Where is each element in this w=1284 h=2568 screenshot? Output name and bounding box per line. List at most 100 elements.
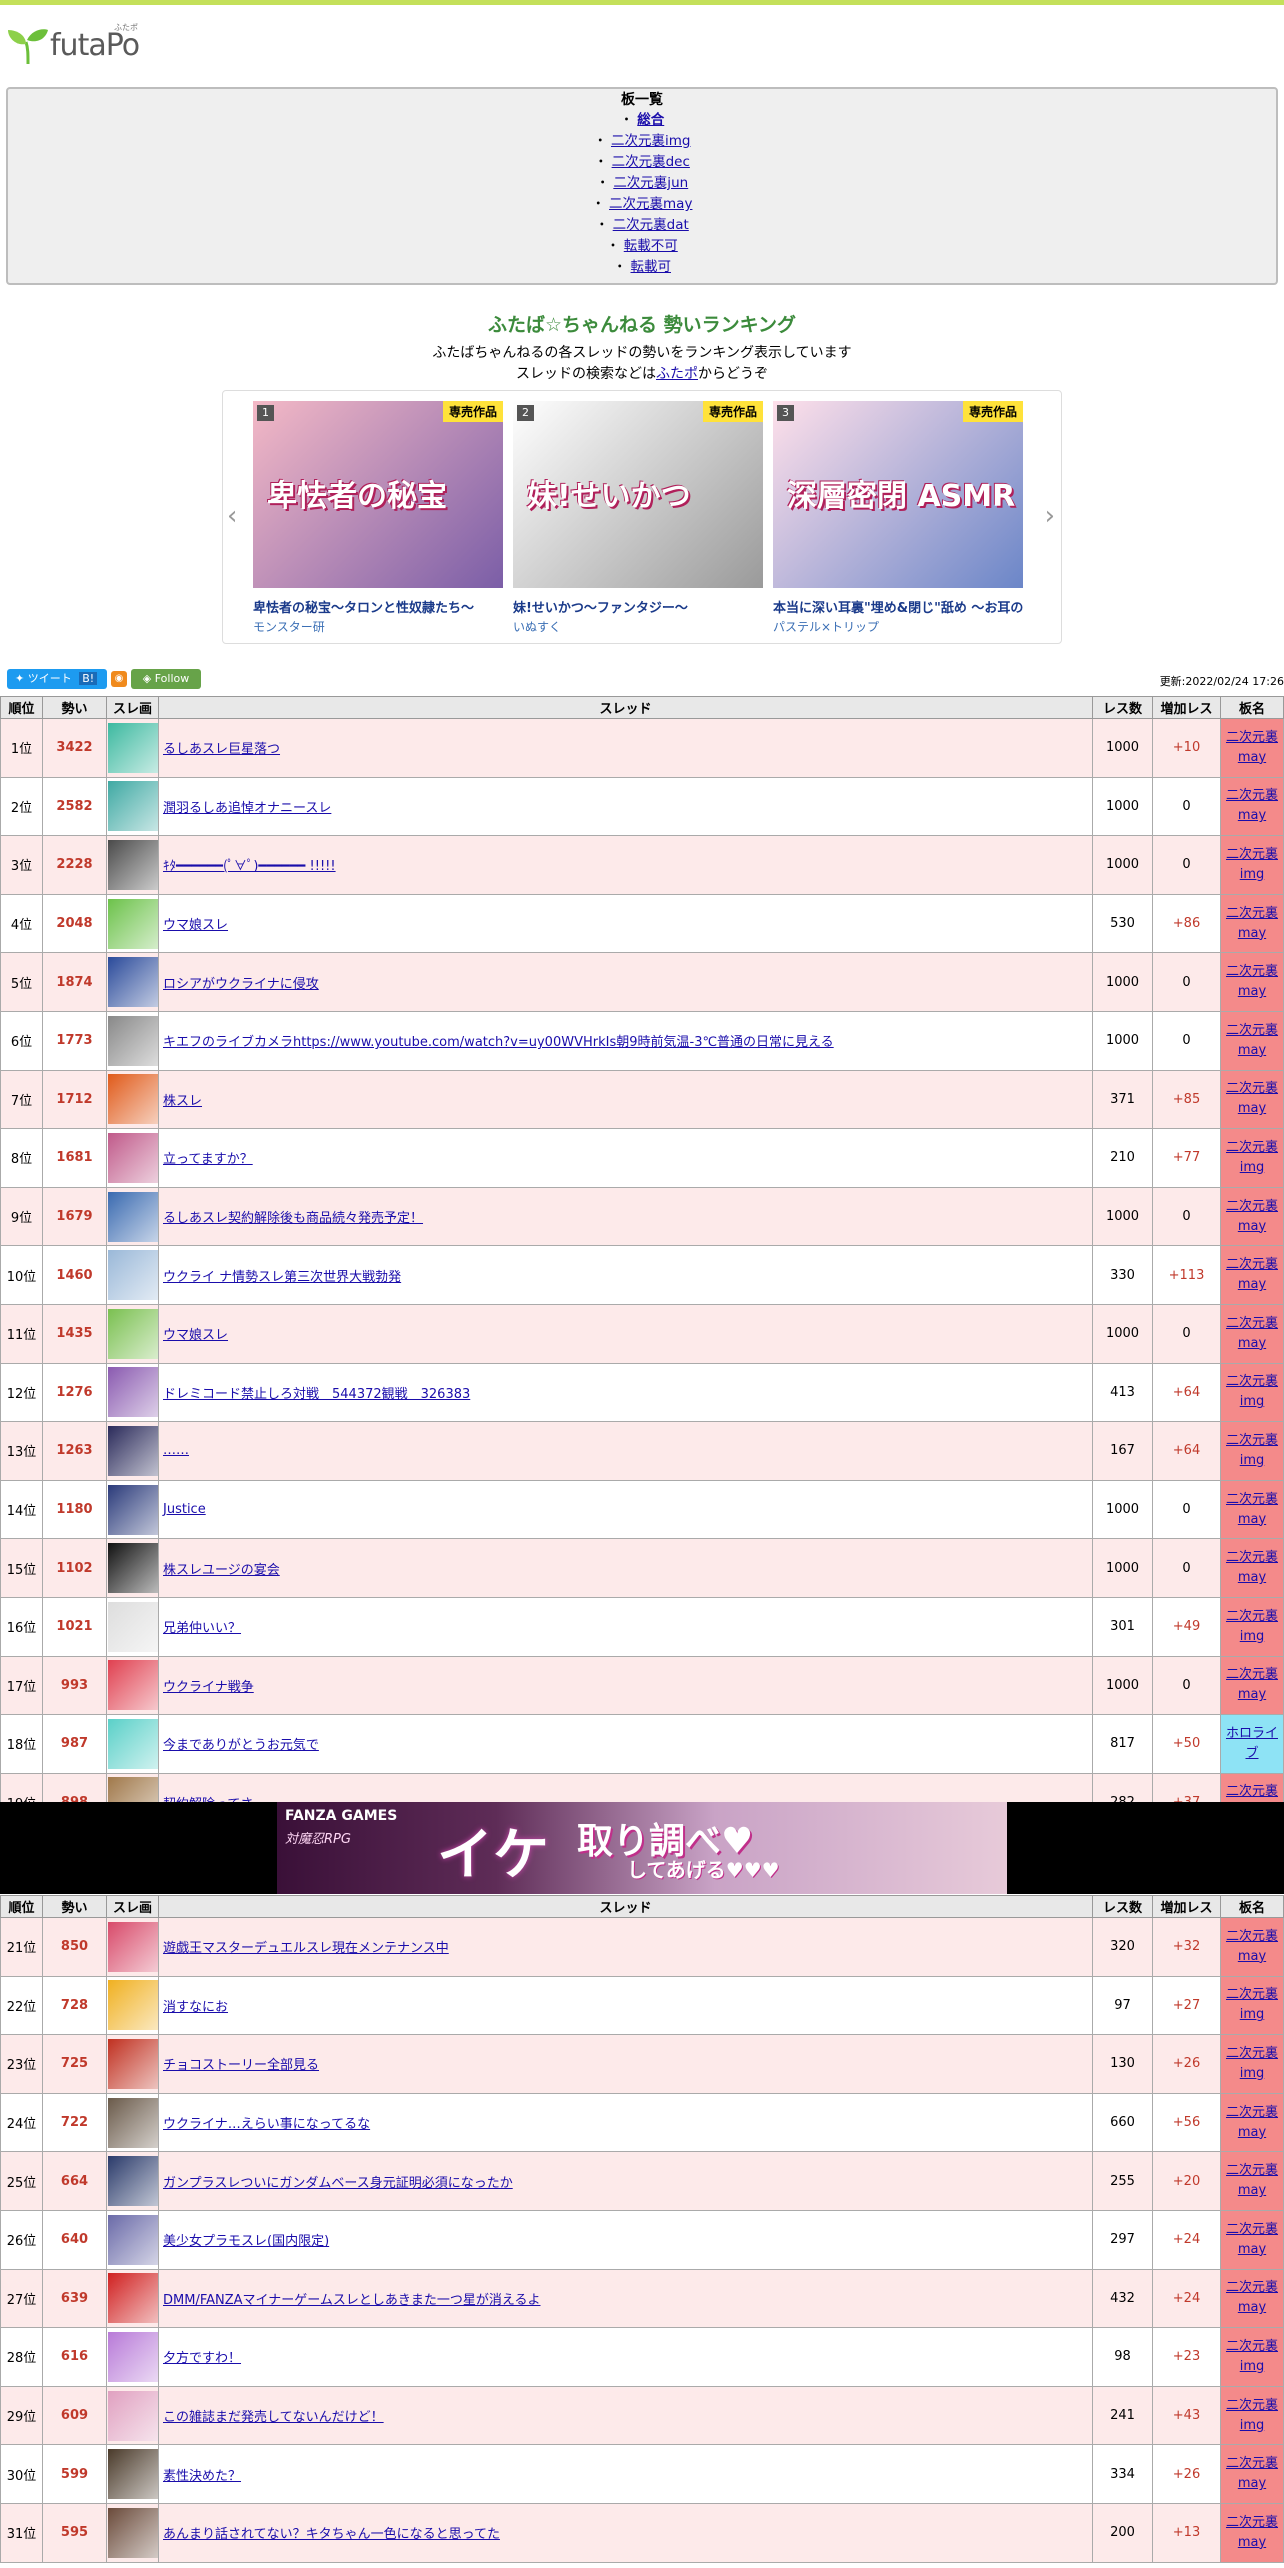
thread-link[interactable]: 兄弟仲いい？ xyxy=(163,1621,241,1636)
thread-thumbnail[interactable] xyxy=(107,2449,158,2500)
product-image[interactable]: 3 専売作品 深層密閉 ASMR xyxy=(773,401,1023,588)
thread-link[interactable]: 素性決めた？ xyxy=(163,2469,241,2484)
product-image[interactable]: 2 専売作品 妹!せいかつ xyxy=(513,401,763,588)
board-link[interactable]: 総合 xyxy=(637,112,664,128)
thread-link[interactable]: ｷﾀ━━━━━━(ﾟ∀ﾟ)━━━━━━ !!!!! xyxy=(163,859,336,874)
board-name-link[interactable]: 二次元裏may xyxy=(1226,1667,1278,1702)
thread-link[interactable]: …… xyxy=(163,1443,189,1458)
board-name-link[interactable]: 二次元裏may xyxy=(1226,1023,1278,1058)
board-name-link[interactable]: 二次元裏may xyxy=(1226,730,1278,765)
thread-thumbnail[interactable] xyxy=(107,2097,158,2148)
carousel-next-icon[interactable]: › xyxy=(1045,501,1055,531)
thread-thumbnail[interactable] xyxy=(107,1484,158,1535)
board-link[interactable]: 二次元裏jun xyxy=(613,175,688,191)
thread-link[interactable]: チョコストーリー全部見る xyxy=(163,2058,319,2073)
hatena-bookmark-button[interactable]: B! xyxy=(79,672,98,685)
thread-link[interactable]: るしあスレ契約解除後も商品続々発売予定！ xyxy=(163,1211,423,1226)
board-name-link[interactable]: 二次元裏may xyxy=(1226,1316,1278,1351)
thread-thumbnail[interactable] xyxy=(107,1367,158,1418)
product-card[interactable]: 3 専売作品 深層密閉 ASMR 本当に深い耳裏"埋め&閉じ"舐め ～お耳の パステル×… xyxy=(773,401,1023,641)
futapo-link[interactable]: ふたポ xyxy=(656,366,698,382)
tweet-button[interactable]: ✦ ツイート B! xyxy=(7,669,107,689)
board-link[interactable]: 転載可 xyxy=(631,259,672,275)
board-name-link[interactable]: 二次元裏img xyxy=(1226,1609,1278,1644)
board-name-link[interactable]: 二次元裏may xyxy=(1226,2456,1278,2491)
board-name-link[interactable]: 二次元裏may xyxy=(1226,1492,1278,1527)
board-link[interactable]: 二次元裏dat xyxy=(613,217,689,233)
thread-thumbnail[interactable] xyxy=(107,957,158,1008)
thread-thumbnail[interactable] xyxy=(107,1980,158,2031)
board-name-link[interactable]: 二次元裏may xyxy=(1226,2163,1278,2198)
thread-thumbnail[interactable] xyxy=(107,2331,158,2382)
board-name-link[interactable]: 二次元裏may xyxy=(1226,1550,1278,1585)
thread-thumbnail[interactable] xyxy=(107,1425,158,1476)
board-name-link[interactable]: 二次元裏img xyxy=(1226,1374,1278,1409)
thread-thumbnail[interactable] xyxy=(107,1921,158,1972)
board-name-link[interactable]: ホロライブ xyxy=(1226,1726,1278,1761)
thread-link[interactable]: 株スレ xyxy=(163,1094,202,1109)
thread-thumbnail[interactable] xyxy=(107,1250,158,1301)
thread-link[interactable]: ウクライ ナ情勢スレ第三次世界大戦勃発 xyxy=(163,1270,401,1285)
thread-thumbnail[interactable] xyxy=(107,1543,158,1594)
board-link[interactable]: 二次元裏dec xyxy=(612,154,690,170)
thread-link[interactable]: 立ってますか？ xyxy=(163,1152,253,1167)
board-name-link[interactable]: 二次元裏may xyxy=(1226,964,1278,999)
thread-link[interactable]: あんまり話されてない？キタちゃん一色になると思ってた xyxy=(163,2527,500,2542)
board-name-link[interactable]: 二次元裏may xyxy=(1226,2222,1278,2257)
thread-link[interactable]: るしあスレ巨星落つ xyxy=(163,742,280,757)
thread-link[interactable]: ガンプラスレついにガンダムベース身元証明必須になったか xyxy=(163,2176,513,2191)
board-name-link[interactable]: 二次元裏img xyxy=(1226,847,1278,882)
rss-icon[interactable]: ◉ xyxy=(111,671,127,687)
board-name-link[interactable]: 二次元裏img xyxy=(1226,1140,1278,1175)
thread-link[interactable]: DMM/FANZAマイナーゲームスレとしあきまた一つ星が消えるよ xyxy=(163,2293,540,2308)
thread-link[interactable]: 潤羽るしあ追悼オナニースレ xyxy=(163,801,331,816)
thread-thumbnail[interactable] xyxy=(107,1660,158,1711)
product-maker[interactable]: いぬすく xyxy=(513,618,763,635)
board-name-link[interactable]: 二次元裏may xyxy=(1226,1257,1278,1292)
thread-link[interactable]: この雑誌まだ発売してないんだけど！ xyxy=(163,2410,384,2425)
thread-link[interactable]: ドレミコード禁止しろ対戦 544372観戦 326383 xyxy=(163,1387,470,1402)
board-name-link[interactable]: 二次元裏may xyxy=(1226,1081,1278,1116)
thread-thumbnail[interactable] xyxy=(107,2038,158,2089)
product-image[interactable]: 1 専売作品 卑怯者の秘宝 xyxy=(253,401,503,588)
thread-link[interactable]: ウクライナ戦争 xyxy=(163,1680,254,1695)
board-name-link[interactable]: 二次元裏may xyxy=(1226,788,1278,823)
thread-link[interactable]: 夕方ですわ！ xyxy=(163,2351,241,2366)
board-name-link[interactable]: 二次元裏img xyxy=(1226,2046,1278,2081)
thread-link[interactable]: 消すなにお xyxy=(163,2000,228,2015)
thread-thumbnail[interactable] xyxy=(107,839,158,890)
thread-thumbnail[interactable] xyxy=(107,2507,158,2558)
board-name-link[interactable]: 二次元裏img xyxy=(1226,2398,1278,2433)
thread-thumbnail[interactable] xyxy=(107,1132,158,1183)
feedly-follow-button[interactable]: ◈ Follow xyxy=(131,669,201,689)
thread-link[interactable]: キエフのライブカメラhttps://www.youtube.com/watch?… xyxy=(163,1035,834,1050)
site-logo[interactable]: futaPo ふたポ xyxy=(6,22,156,68)
thread-link[interactable]: ロシアがウクライナに侵攻 xyxy=(163,977,319,992)
thread-thumbnail[interactable] xyxy=(107,2390,158,2441)
board-name-link[interactable]: 二次元裏may xyxy=(1226,1929,1278,1964)
board-name-link[interactable]: 二次元裏may xyxy=(1226,2105,1278,2140)
ad-banner-image[interactable]: FANZA GAMES 対魔忍RPG イケ 取り調べ♥ してあげる♥♥♥ xyxy=(277,1802,1007,1894)
thread-thumbnail[interactable] xyxy=(107,1718,158,1769)
product-maker[interactable]: パステル×トリップ xyxy=(773,618,1023,635)
board-name-link[interactable]: 二次元裏may xyxy=(1226,2280,1278,2315)
thread-link[interactable]: ウマ娘スレ xyxy=(163,1328,228,1343)
board-link[interactable]: 転載不可 xyxy=(624,238,678,254)
product-title[interactable]: 本当に深い耳裏"埋め&閉じ"舐め ～お耳の xyxy=(773,597,1023,616)
board-name-link[interactable]: 二次元裏img xyxy=(1226,1987,1278,2022)
thread-thumbnail[interactable] xyxy=(107,2273,158,2324)
thread-link[interactable]: ウクライナ…えらい事になってるな xyxy=(163,2117,370,2132)
thread-thumbnail[interactable] xyxy=(107,1074,158,1125)
product-maker[interactable]: モンスター研 xyxy=(253,618,503,635)
board-name-link[interactable]: 二次元裏img xyxy=(1226,1433,1278,1468)
product-title[interactable]: 妹!せいかつ～ファンタジー～ xyxy=(513,597,763,616)
thread-thumbnail[interactable] xyxy=(107,1191,158,1242)
thread-link[interactable]: ウマ娘スレ xyxy=(163,918,228,933)
product-card[interactable]: 2 専売作品 妹!せいかつ妹!せいかつ～ファンタジー～ いぬすく xyxy=(513,401,763,641)
thread-thumbnail[interactable] xyxy=(107,1015,158,1066)
carousel-prev-icon[interactable]: ‹ xyxy=(227,501,237,531)
board-link[interactable]: 二次元裏may xyxy=(609,196,692,212)
board-link[interactable]: 二次元裏img xyxy=(611,133,690,149)
thread-thumbnail[interactable] xyxy=(107,898,158,949)
thread-thumbnail[interactable] xyxy=(107,2156,158,2207)
